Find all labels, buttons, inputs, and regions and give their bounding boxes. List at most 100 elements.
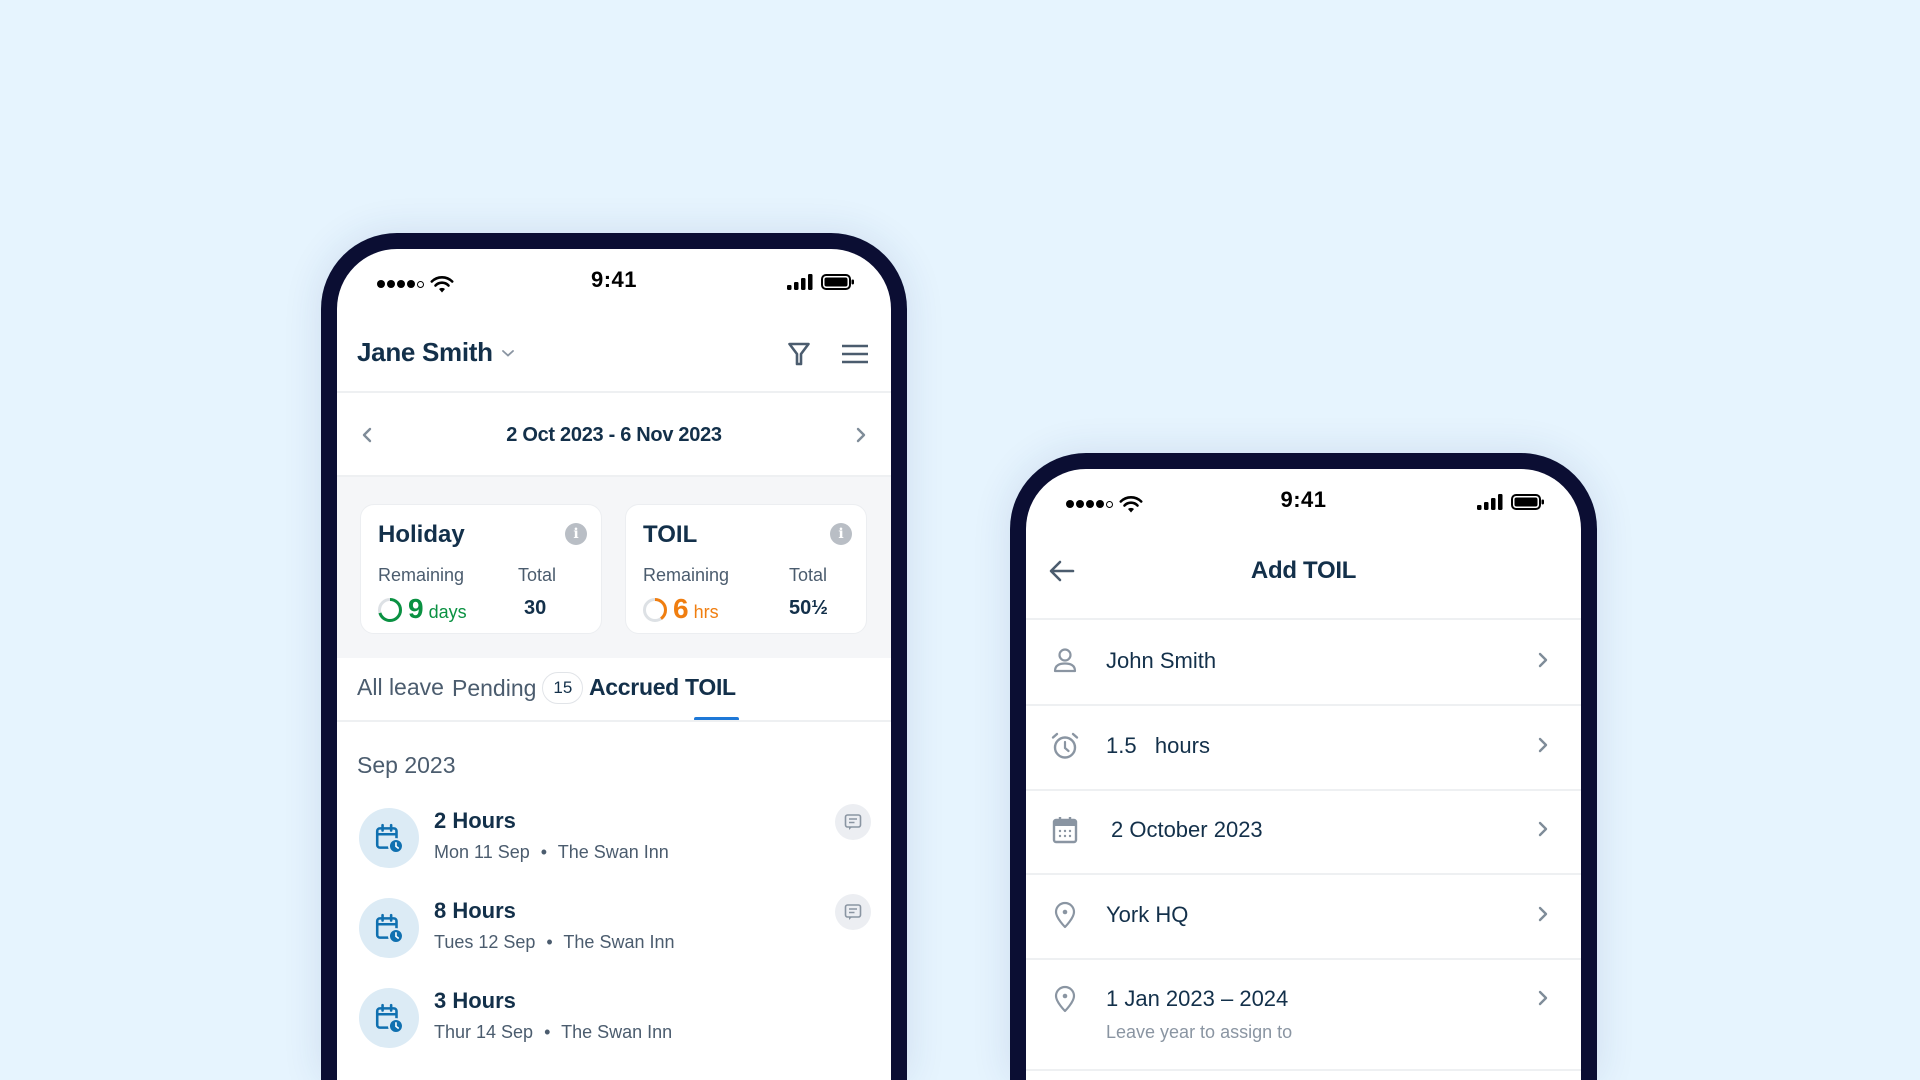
tab-accrued-toil[interactable]: Accrued TOIL [589,674,736,701]
chevron-right-icon [1535,988,1551,1008]
comment-button[interactable] [835,804,871,840]
status-right [787,274,855,290]
hours-row[interactable]: 1.5 hours [1026,731,1581,791]
remaining-unit: days [428,602,467,622]
screen-add-toil: 9:41 Add TOIL John Smith 1.5 hours 2 Oct… [1026,469,1581,1080]
tab-label: Pending [452,675,537,702]
comment-icon [843,812,863,832]
location-pin-icon [1050,900,1080,930]
remaining-number: 9 [408,593,424,624]
item-location: The Swan Inn [563,932,675,952]
list-item[interactable]: 3 Hours Thur 14 Sep • The Swan Inn [337,988,891,1068]
comment-icon [843,902,863,922]
filter-icon[interactable] [787,341,811,367]
page-title: Add TOIL [1250,557,1357,584]
cellular-bars-icon [1477,494,1503,510]
item-separator: • [546,932,553,952]
battery-icon [1511,494,1545,510]
total-label: Total [789,565,828,585]
total-value: 50½ [789,597,828,619]
tab-pending[interactable]: Pending 15 [452,672,584,706]
user-selector[interactable]: Jane Smith [357,337,515,368]
card-title: TOIL [643,521,698,548]
status-right [1477,494,1545,510]
chevron-down-icon [501,349,514,357]
status-bar: 9:41 [337,265,891,301]
holiday-progress-ring [378,598,402,622]
calendar-clock-icon [359,808,419,868]
item-date: Thur 14 Sep [434,1022,534,1042]
leave-tabs: All leave Pending 15 Accrued TOIL [337,658,891,721]
item-separator: • [544,1022,551,1042]
person-icon [1050,646,1080,676]
item-separator: • [540,842,548,862]
chevron-right-icon [1535,735,1551,755]
employee-row[interactable]: John Smith [1026,646,1581,706]
date-range-label: 2 Oct 2023 - 6 Nov 2023 [506,423,722,446]
leave-year-row[interactable]: 1 Jan 2023 – 2024 Leave year to assign t… [1026,984,1581,1064]
hamburger-menu-icon[interactable] [841,343,869,365]
item-details: Mon 11 Sep • The Swan Inn [434,842,669,863]
item-location: The Swan Inn [557,842,669,862]
location-value: York HQ [1106,902,1189,927]
tabs-divider [337,720,891,722]
user-name: Jane Smith [357,337,493,367]
section-month-heading: Sep 2023 [357,752,456,778]
phone-left-leave-overview: 9:41 Jane Smith 2 Oct 2023 - 6 Nov 2023 … [321,233,907,1080]
remaining-label: Remaining [378,565,465,585]
comment-button[interactable] [835,894,871,930]
balance-cards-section: Holiday i Remaining Total 9 days 30 TOIL… [337,477,891,658]
location-row[interactable]: York HQ [1026,900,1581,960]
item-date: Tues 12 Sep [434,932,536,952]
cellular-bars-icon [787,274,813,290]
list-item[interactable]: 2 Hours Mon 11 Sep • The Swan Inn [337,804,891,888]
total-label: Total [518,565,557,585]
chevron-right-icon[interactable] [853,425,869,445]
info-icon[interactable]: i [565,523,587,545]
item-details: Tues 12 Sep • The Swan Inn [434,932,675,953]
row-divider [1026,873,1581,875]
total-value: 30 [524,597,547,619]
toil-balance-card[interactable]: TOIL i Remaining Total 6 hrs 50½ [625,504,867,634]
calendar-clock-icon [359,988,419,1048]
item-hours: 2 Hours [434,808,516,833]
screen-leave-overview: 9:41 Jane Smith 2 Oct 2023 - 6 Nov 2023 … [337,249,891,1080]
location-pin-icon [1050,984,1080,1014]
leave-year-hint: Leave year to assign to [1106,1022,1293,1042]
chevron-left-icon[interactable] [359,425,375,445]
phone-right-add-toil: 9:41 Add TOIL John Smith 1.5 hours 2 Oct… [1010,453,1597,1080]
holiday-balance-card[interactable]: Holiday i Remaining Total 9 days 30 [360,504,602,634]
alarm-clock-icon [1050,731,1080,761]
header-divider [337,391,891,393]
remaining-number: 6 [673,593,689,624]
row-divider [1026,1069,1581,1071]
card-title: Holiday [378,521,465,548]
employee-name: John Smith [1106,648,1217,673]
leave-year-value: 1 Jan 2023 – 2024 [1106,986,1289,1011]
list-item[interactable]: 8 Hours Tues 12 Sep • The Swan Inn [337,894,891,978]
chevron-right-icon [1535,819,1551,839]
row-divider [1026,789,1581,791]
calendar-icon [1050,815,1080,845]
remaining-label: Remaining [643,565,730,585]
item-details: Thur 14 Sep • The Swan Inn [434,1022,672,1043]
item-date: Mon 11 Sep [434,842,530,862]
info-icon[interactable]: i [830,523,852,545]
battery-icon [821,274,855,290]
remaining-value: 6 hrs [673,593,719,625]
chevron-right-icon [1535,904,1551,924]
date-row[interactable]: 2 October 2023 [1026,815,1581,875]
date-range-navigator: 2 Oct 2023 - 6 Nov 2023 [337,394,891,476]
status-bar: 9:41 [1026,485,1581,521]
row-divider [1026,958,1581,960]
tab-all-leave[interactable]: All leave [357,674,444,701]
hours-value: 1.5 hours [1106,733,1210,758]
item-location: The Swan Inn [561,1022,673,1042]
header-divider [1026,618,1581,620]
pending-count-badge: 15 [542,672,584,704]
row-divider [1026,704,1581,706]
calendar-clock-icon [359,898,419,958]
date-value: 2 October 2023 [1111,817,1263,842]
item-hours: 3 Hours [434,988,516,1013]
toil-progress-ring [643,598,667,622]
